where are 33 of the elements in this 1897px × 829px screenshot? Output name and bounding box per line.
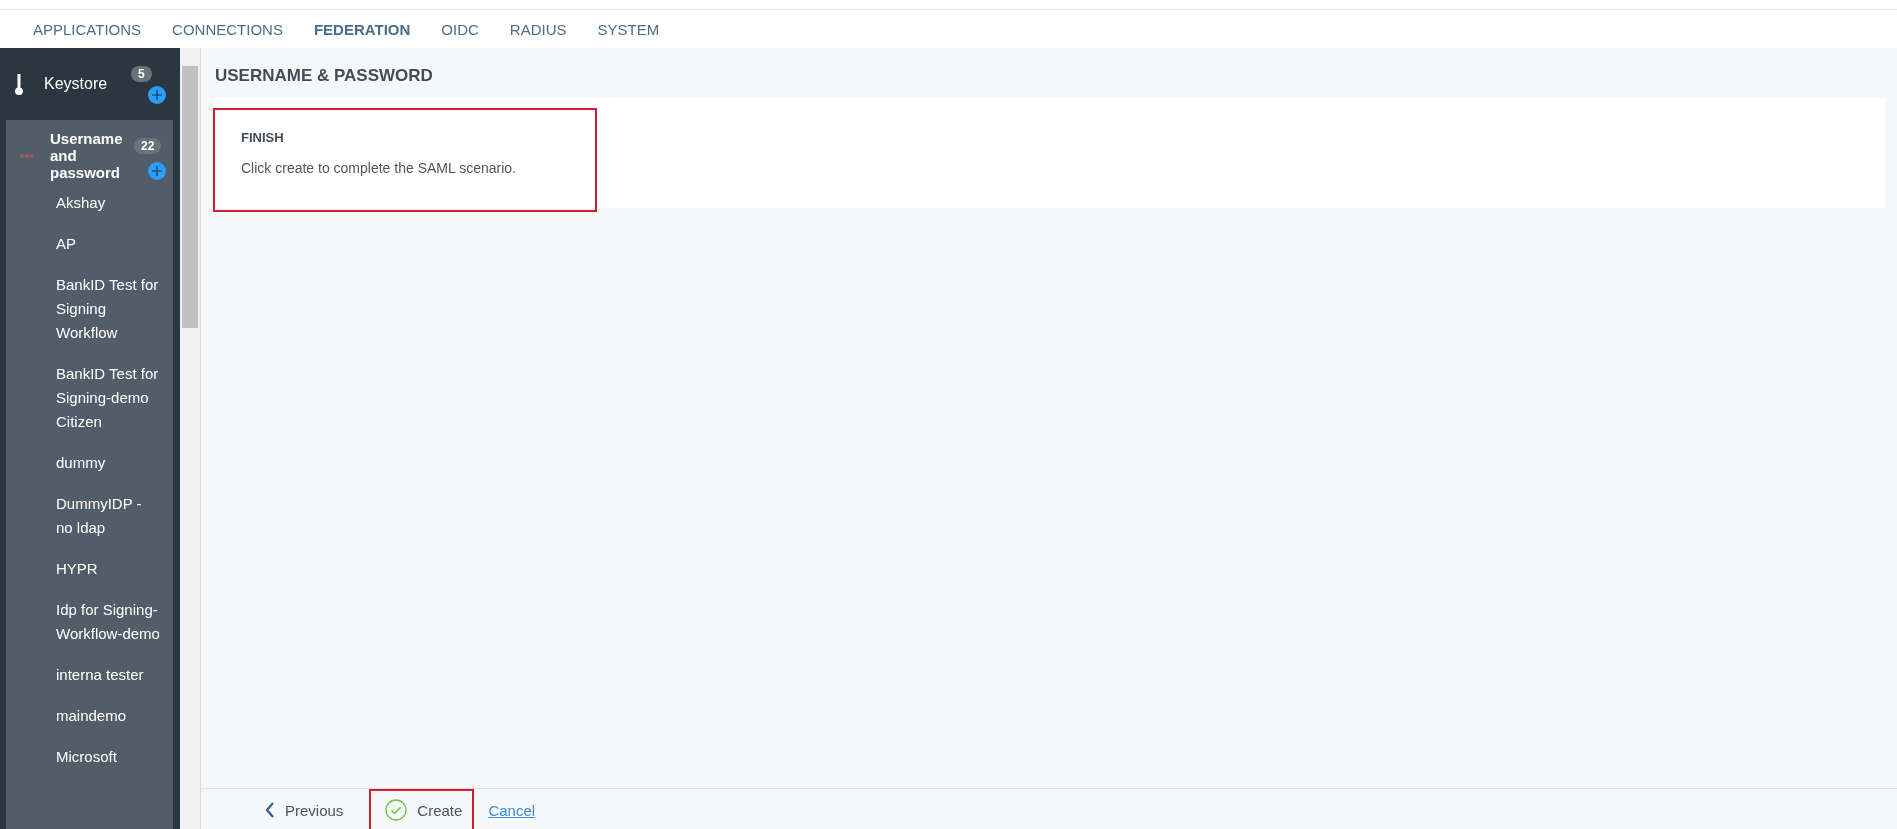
nav-tab[interactable]: SYSTEM [597, 20, 660, 38]
nav-tab[interactable]: OIDC [441, 20, 479, 38]
count-badge: 22 [134, 138, 162, 154]
thermometer-icon [14, 73, 24, 95]
chevron-left-icon [265, 802, 275, 818]
sidebar-item[interactable]: maindemo [6, 704, 173, 745]
sidebar-section-label[interactable]: Keystore [44, 75, 108, 93]
sidebar-item[interactable]: BankID Test for Signing-demo Citizen [6, 362, 173, 451]
scrollbar[interactable] [180, 48, 201, 829]
sidebar-item[interactable]: interna tester [6, 663, 173, 704]
nav-tab[interactable]: CONNECTIONS [172, 20, 283, 38]
more-icon[interactable] [20, 153, 34, 158]
page-title: USERNAME & PASSWORD [214, 65, 434, 87]
count-badge: 5 [131, 66, 152, 82]
sidebar-item[interactable]: Idp for Signing-Workflow-demo [6, 598, 173, 663]
sidebar-item[interactable]: BankID Test for Signing Workflow [6, 273, 173, 362]
create-button[interactable]: Create [369, 789, 475, 829]
sidebar-item[interactable]: Akshay [6, 191, 173, 232]
step-text: Click create to complete the SAML scenario. [241, 160, 516, 176]
nav-tab[interactable]: RADIUS [509, 20, 567, 38]
add-icon[interactable] [148, 162, 166, 180]
sidebar-section-label[interactable]: Username and password [50, 130, 126, 181]
sidebar-item[interactable]: HYPR [6, 557, 173, 598]
nav-tab[interactable]: APPLICATIONS [33, 20, 142, 38]
nav-tab[interactable]: FEDERATION [313, 20, 411, 38]
sidebar-item[interactable]: Microsoft [6, 745, 173, 786]
sidebar-item[interactable]: DummyIDP - no ldap [6, 492, 173, 557]
add-icon[interactable] [148, 86, 166, 104]
sidebar-item[interactable]: dummy [6, 451, 173, 492]
step-title: FINISH [241, 130, 284, 145]
check-circle-icon [385, 799, 408, 821]
previous-button[interactable]: Previous [249, 789, 356, 829]
sidebar-item[interactable]: AP [6, 232, 173, 273]
